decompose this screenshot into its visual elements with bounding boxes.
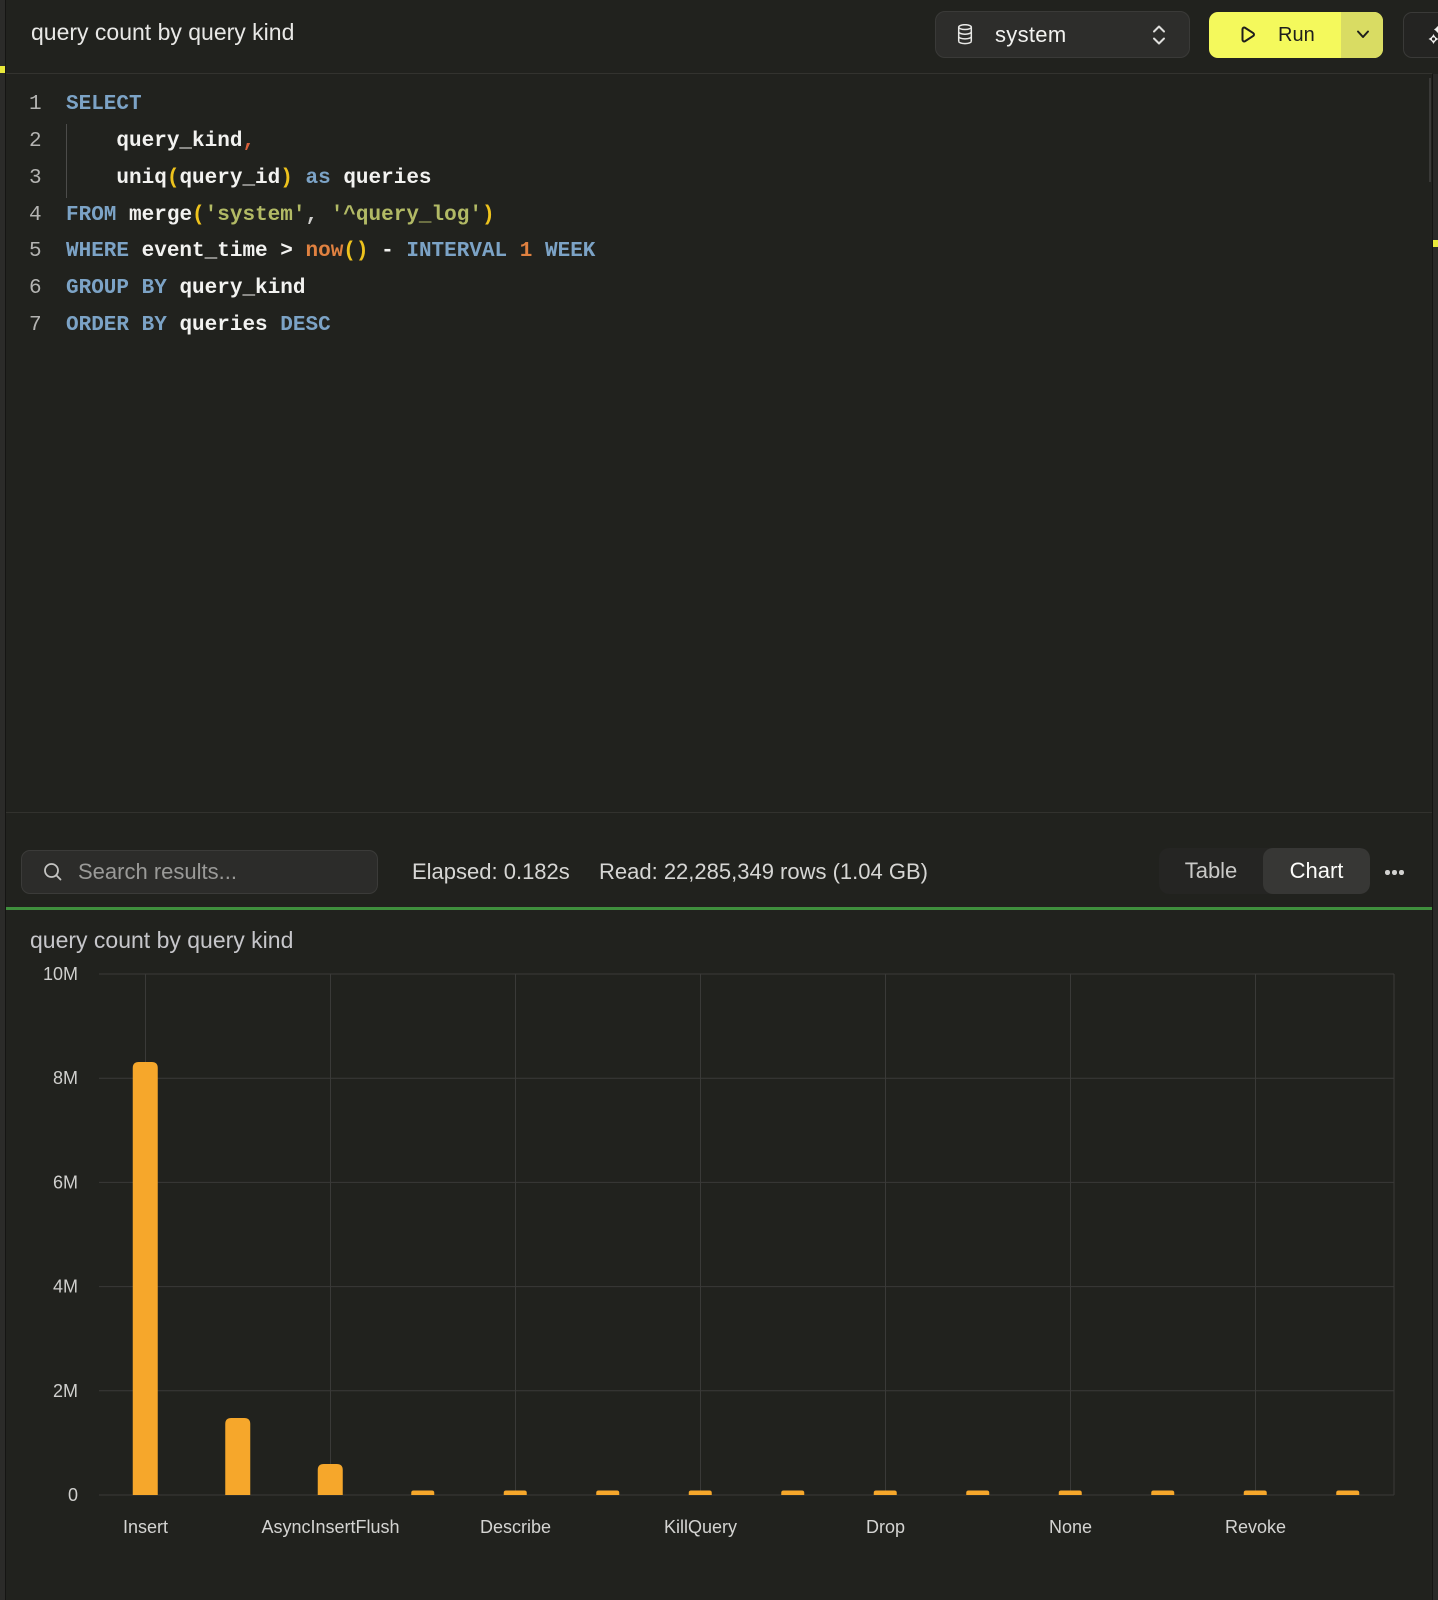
svg-text:10M: 10M — [43, 964, 78, 984]
svg-text:KillQuery: KillQuery — [664, 1517, 737, 1537]
svg-text:Drop: Drop — [866, 1517, 905, 1537]
svg-text:6M: 6M — [53, 1172, 78, 1192]
svg-text:Insert: Insert — [123, 1517, 168, 1537]
svg-text:4M: 4M — [53, 1277, 78, 1297]
svg-text:Describe: Describe — [480, 1517, 551, 1537]
svg-text:None: None — [1049, 1517, 1092, 1537]
svg-text:0: 0 — [68, 1485, 78, 1505]
svg-text:AsyncInsertFlush: AsyncInsertFlush — [261, 1517, 399, 1537]
svg-text:8M: 8M — [53, 1068, 78, 1088]
svg-text:2M: 2M — [53, 1381, 78, 1401]
svg-text:Revoke: Revoke — [1225, 1517, 1286, 1537]
